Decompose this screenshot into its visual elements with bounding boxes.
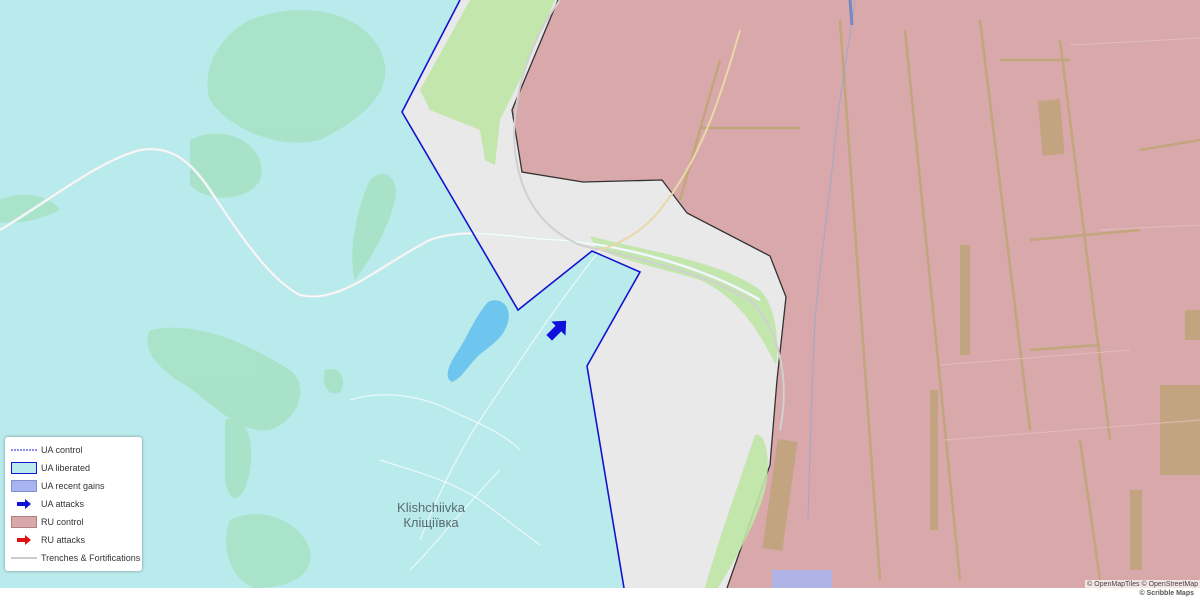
footer-bar (0, 588, 1200, 600)
legend-item-ru-attacks: RU attacks (11, 533, 85, 547)
legend-item-ua-liberated: UA liberated (11, 461, 90, 475)
legend-label: UA control (41, 445, 83, 455)
brand-credit[interactable]: © Scribble Maps (1139, 589, 1194, 599)
ua-recent-gains-area (772, 570, 832, 588)
arrow-right-red-icon (11, 534, 37, 546)
ua-control-swatch (11, 444, 37, 456)
trench-swatch (11, 552, 37, 564)
legend-label: UA attacks (41, 499, 85, 509)
legend-item-trenches: Trenches & Fortifications (11, 551, 140, 565)
town-name-cyrillic: Кліщіївка (403, 515, 459, 530)
arrow-right-blue-icon (11, 498, 37, 510)
legend-item-ru-control: RU control (11, 515, 84, 529)
ua-liberated-swatch (11, 462, 37, 474)
legend-label: RU attacks (41, 535, 86, 545)
legend-item-ua-attacks: UA attacks (11, 497, 84, 511)
legend-item-ua-recent-gains: UA recent gains (11, 479, 105, 493)
ua-recent-gains-swatch (11, 480, 37, 492)
ru-control-swatch (11, 516, 37, 528)
map-legend: UA control UA liberated UA recent gains … (5, 437, 142, 571)
town-label: Klishchiivka Кліщіївка (388, 500, 474, 530)
legend-label: Trenches & Fortifications (41, 553, 141, 563)
legend-label: RU control (41, 517, 84, 527)
map-canvas[interactable] (0, 0, 1200, 600)
legend-label: UA recent gains (41, 481, 105, 491)
legend-label: UA liberated (41, 463, 91, 473)
legend-item-ua-control: UA control (11, 443, 83, 457)
town-name-latin: Klishchiivka (397, 500, 465, 515)
